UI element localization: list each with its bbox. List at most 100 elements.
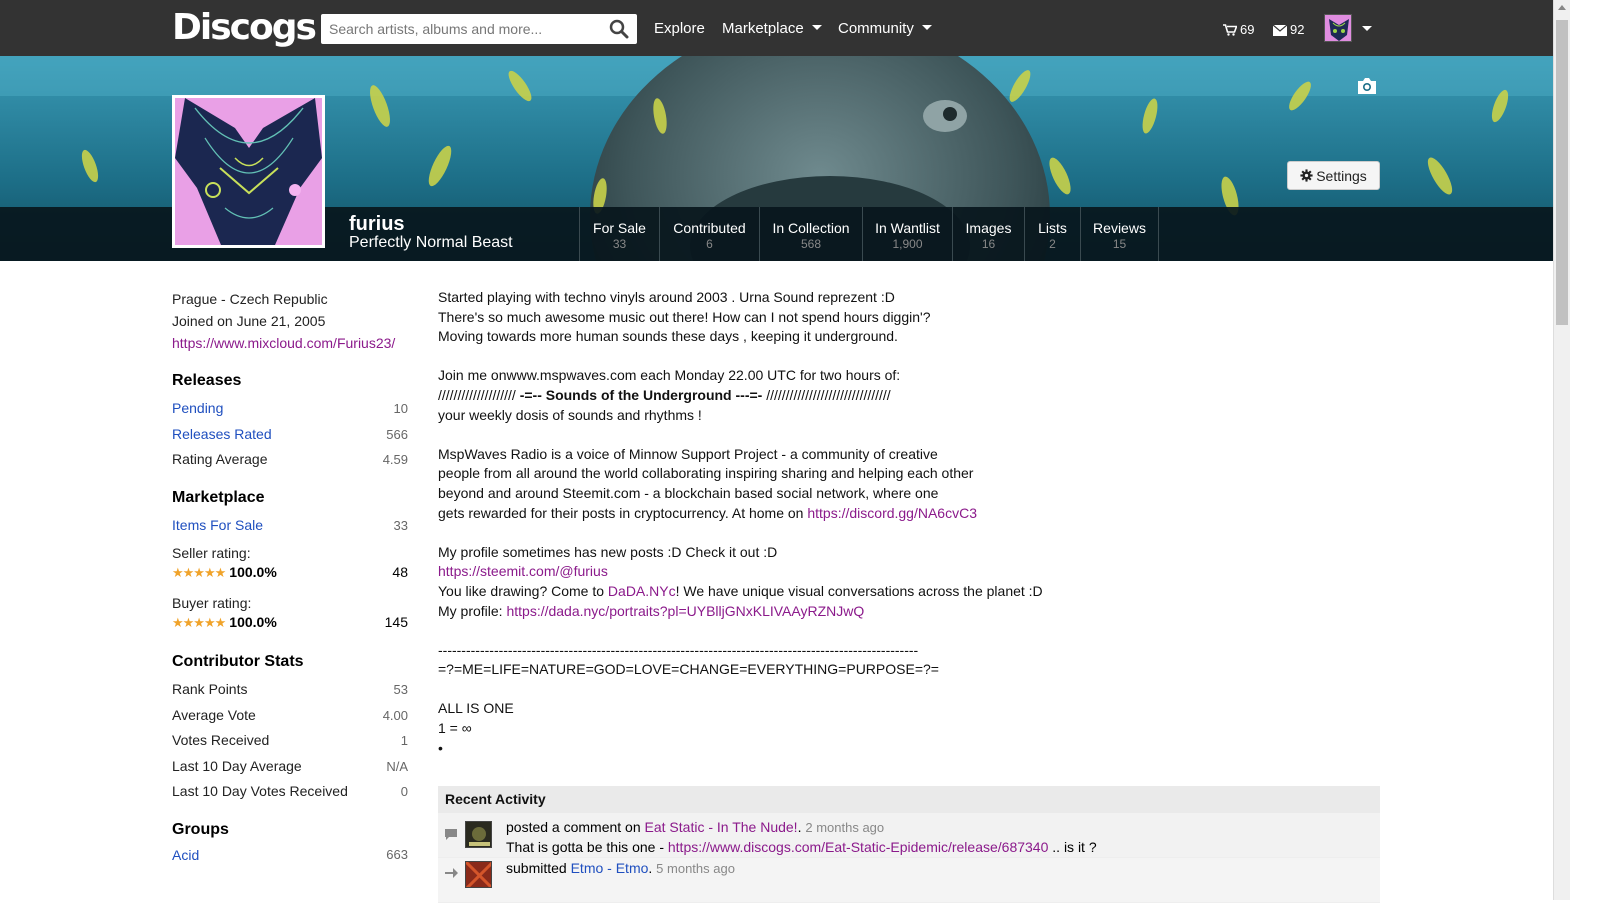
- search-input[interactable]: [321, 14, 601, 44]
- release-thumbnail-image: [466, 822, 491, 847]
- group-acid-link[interactable]: Acid: [172, 845, 199, 865]
- cart-count: 69: [1240, 22, 1255, 37]
- chevron-down-icon[interactable]: [1362, 26, 1372, 31]
- cart-icon: [1223, 24, 1237, 36]
- scroll-up-arrow-icon[interactable]: [1558, 5, 1566, 10]
- user-location: Prague - Czech Republic: [172, 291, 328, 307]
- buyer-rating-count-link[interactable]: 145: [385, 612, 408, 633]
- activity-release-link[interactable]: Eat Static - In The Nude!: [645, 819, 798, 835]
- items-for-sale-link[interactable]: Items For Sale: [172, 513, 263, 539]
- activity-time: 5 months ago: [656, 861, 735, 876]
- dada-link[interactable]: DaDA.NYc: [608, 583, 676, 599]
- average-vote-value: 4.00: [382, 707, 408, 723]
- bio-line: Started playing with techno vinyls aroun…: [438, 289, 895, 305]
- activity-comment-link[interactable]: https://www.discogs.com/Eat-Static-Epide…: [668, 839, 1049, 855]
- explore-link[interactable]: Explore: [654, 19, 705, 39]
- scrollbar-thumb[interactable]: [1556, 20, 1568, 325]
- messages-button[interactable]: 92: [1273, 20, 1304, 40]
- activity-comment-text: That is gotta be this one -: [506, 839, 668, 855]
- pending-link[interactable]: Pending: [172, 396, 223, 422]
- activity-time: 2 months ago: [805, 820, 885, 835]
- marketplace-menu[interactable]: Marketplace: [722, 19, 822, 39]
- tab-reviews[interactable]: Reviews 15: [1080, 207, 1159, 261]
- votes-received-value: 1: [400, 733, 408, 748]
- activity-summary: submitted Etmo - Etmo. 5 months ago: [506, 858, 735, 879]
- profile-tagline: Perfectly Normal Beast: [349, 234, 513, 251]
- bio-line: MspWaves Radio is a voice of Minnow Supp…: [438, 445, 938, 462]
- bio-line: your weekly dosis of sounds and rhythms …: [438, 406, 702, 423]
- profile-avatar[interactable]: [172, 95, 325, 248]
- releases-rated-value: 566: [386, 426, 408, 442]
- tab-for-sale[interactable]: For Sale 33: [579, 207, 659, 261]
- tab-in-collection[interactable]: In Collection 568: [759, 207, 862, 261]
- bio-line: //////////////////// -=-- Sounds of the …: [438, 386, 1383, 406]
- buyer-rating-percent: 100.0%: [229, 614, 277, 630]
- release-thumbnail-image: [466, 862, 491, 887]
- tab-images[interactable]: Images 16: [952, 207, 1024, 261]
- tab-label: Contributed: [673, 220, 746, 236]
- community-menu[interactable]: Community: [838, 19, 932, 39]
- groups-heading: Groups: [172, 820, 229, 838]
- group-row-acid: Acid 663: [172, 845, 408, 865]
- pending-value: 10: [393, 401, 408, 416]
- last10-average-value: N/A: [386, 758, 408, 774]
- tab-contributed[interactable]: Contributed 6: [659, 207, 759, 261]
- bio-show-title: -=-- Sounds of the Underground ---=-: [519, 386, 763, 403]
- settings-label: Settings: [1316, 167, 1367, 184]
- tab-count: 15: [1112, 237, 1127, 251]
- community-menu-label: Community: [838, 20, 914, 37]
- tab-in-wantlist[interactable]: In Wantlist 1,900: [862, 207, 952, 261]
- seller-rating-count-link[interactable]: 48: [392, 562, 408, 583]
- buyer-rating-label: Buyer rating:: [172, 595, 252, 611]
- bio-text: ////////////////////: [438, 386, 520, 403]
- profile-sidebar: Prague - Czech Republic Joined on June 2…: [172, 288, 408, 865]
- discogs-logo[interactable]: Discogs: [172, 6, 317, 50]
- releases-rated-link[interactable]: Releases Rated: [172, 422, 272, 448]
- cart-button[interactable]: 69: [1223, 20, 1254, 40]
- page-margin: [1570, 0, 1600, 900]
- release-thumbnail[interactable]: [465, 861, 492, 888]
- rank-points-label: Rank Points: [172, 681, 248, 697]
- average-vote-label: Average Vote: [172, 706, 256, 723]
- stat-row-last10-average: Last 10 Day Average N/A: [172, 754, 408, 780]
- tab-lists[interactable]: Lists 2: [1024, 207, 1080, 261]
- search-icon[interactable]: [609, 19, 629, 39]
- recent-activity: Recent Activity posted a comment on Eat …: [438, 786, 1380, 903]
- tab-count: 2: [1049, 237, 1056, 251]
- camera-icon[interactable]: [1356, 77, 1378, 95]
- star-rating-icon: ★★★★★: [172, 565, 226, 580]
- settings-button[interactable]: Settings: [1287, 161, 1380, 190]
- tab-label: Lists: [1038, 220, 1067, 236]
- user-avatar-menu[interactable]: [1324, 14, 1352, 42]
- dada-profile-link[interactable]: https://dada.nyc/portraits?pl=UYBlljGNxK…: [506, 603, 864, 619]
- tab-label: For Sale: [593, 220, 646, 236]
- search-box: [321, 14, 637, 44]
- marketplace-menu-label: Marketplace: [722, 20, 804, 37]
- activity-summary: posted a comment on Eat Static - In The …: [506, 817, 884, 838]
- bio-line: There's so much awesome music out there!…: [438, 308, 931, 325]
- chevron-down-icon: [811, 24, 822, 30]
- avatar-image: [1325, 15, 1351, 41]
- activity-comment-text: .. is it ?: [1048, 839, 1097, 855]
- activity-item: submitted Etmo - Etmo. 5 months ago: [438, 858, 1380, 903]
- seller-rating: Seller rating: ★★★★★ 100.0% 48: [172, 544, 408, 583]
- releases-heading: Releases: [172, 372, 242, 389]
- bio-line: My profile: https://dada.nyc/portraits?p…: [438, 602, 1383, 622]
- stat-row-rating-average: Rating Average 4.59: [172, 447, 408, 473]
- page-scrollbar[interactable]: [1553, 0, 1570, 900]
- activity-release-link[interactable]: Etmo - Etmo: [571, 860, 649, 876]
- stat-row-releases-rated: Releases Rated 566: [172, 422, 408, 448]
- user-website-link[interactable]: https://www.mixcloud.com/Furius23/: [172, 335, 395, 351]
- bio-text: ////////////////////////////////: [762, 386, 891, 403]
- steemit-link[interactable]: https://steemit.com/@furius: [438, 563, 608, 579]
- profile-bio: Started playing with techno vinyls aroun…: [438, 288, 1383, 758]
- profile-avatar-image: [175, 98, 322, 245]
- stat-row-items-for-sale: Items For Sale 33: [172, 513, 408, 539]
- tab-count: 6: [706, 237, 713, 251]
- discord-link[interactable]: https://discord.gg/NA6cvC3: [807, 505, 977, 521]
- release-thumbnail[interactable]: [465, 821, 492, 848]
- bio-line: beyond and around Steemit.com - a blockc…: [438, 484, 939, 501]
- star-rating-icon: ★★★★★: [172, 615, 226, 630]
- bio-line: 1 = ∞: [438, 720, 472, 737]
- last10-votes-label: Last 10 Day Votes Received: [172, 783, 348, 799]
